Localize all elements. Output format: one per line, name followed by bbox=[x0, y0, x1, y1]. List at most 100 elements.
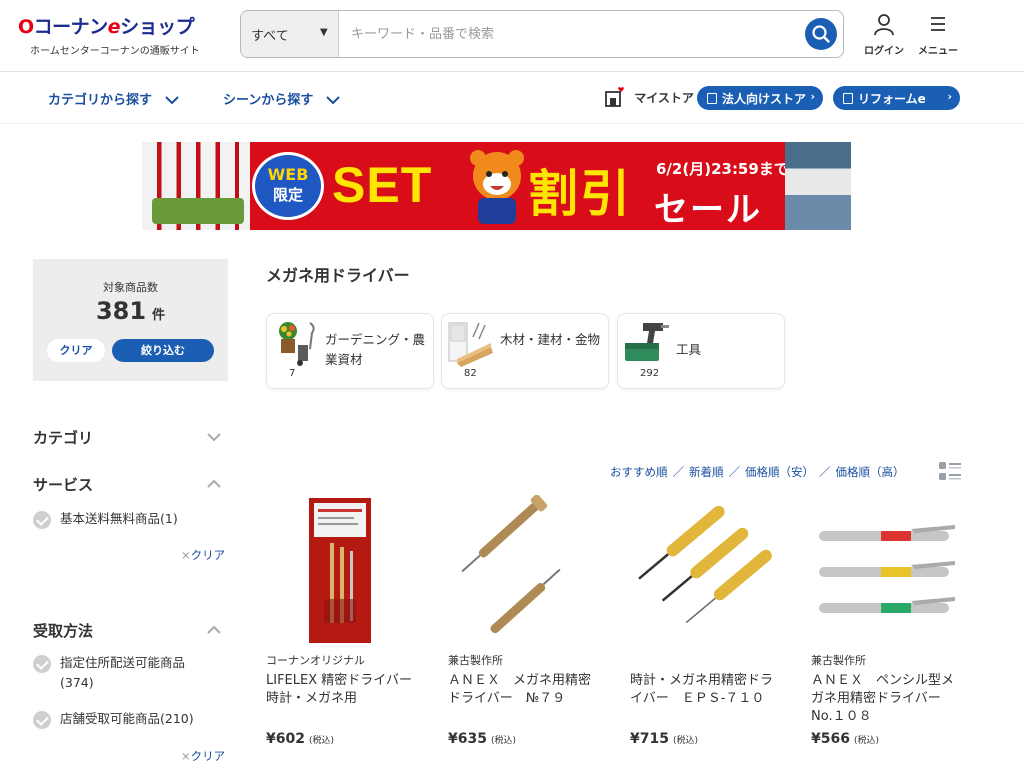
category-count: 7 bbox=[289, 368, 296, 379]
product-image bbox=[309, 498, 371, 643]
main-nav: カテゴリから探す シーンから探す マイストア 法人向けストア › リフォームe › bbox=[0, 72, 1024, 124]
corporate-store-button[interactable]: 法人向けストア › bbox=[697, 86, 823, 110]
product-name[interactable]: 時計・メガネ用精密ドライバー ＥＰＳ-７１０ bbox=[630, 672, 778, 708]
facet-title-category[interactable]: カテゴリ bbox=[33, 427, 93, 448]
mystore-label: マイストア bbox=[634, 90, 694, 105]
chevron-down-icon bbox=[164, 96, 179, 105]
banner-discount-text: 割引 bbox=[528, 165, 632, 223]
clear-filters-button[interactable]: クリア bbox=[47, 339, 105, 362]
product-name[interactable]: ＡＮＥＸ メガネ用精密ドライバー №７９ bbox=[448, 672, 596, 708]
product-name[interactable]: ＡＮＥＸ ペンシル型メガネ用精密ドライバー No.１０８ bbox=[811, 672, 959, 726]
product-maker: 兼古製作所 bbox=[811, 654, 866, 667]
menu-label: メニュー bbox=[918, 46, 958, 57]
tools-icon bbox=[625, 323, 669, 361]
nav-category-label: カテゴリから探す bbox=[48, 93, 153, 108]
search-bar: すべて ▼ bbox=[240, 10, 844, 58]
reform-button[interactable]: リフォームe › bbox=[833, 86, 960, 110]
product-price: ¥566 (税込) bbox=[811, 731, 879, 747]
result-count-unit: 件 bbox=[152, 308, 166, 323]
facet-option-label: 店舗受取可能商品(210) bbox=[60, 711, 194, 726]
banner-sale-text: セール bbox=[654, 190, 762, 230]
category-count: 292 bbox=[640, 368, 660, 379]
product-image bbox=[461, 495, 561, 634]
product-price: ¥602 (税込) bbox=[266, 731, 334, 747]
facet-clear-receive[interactable]: ×クリア bbox=[181, 748, 225, 764]
nav-scene-label: シーンから探す bbox=[223, 93, 314, 108]
category-card-gardening[interactable]: 7 ガーデニング・農業資材 bbox=[266, 313, 434, 389]
product-price: ¥715 (税込) bbox=[630, 731, 698, 747]
mystore-link[interactable]: マイストア bbox=[604, 86, 694, 108]
chevron-right-icon: › bbox=[947, 90, 952, 103]
result-count-box: 対象商品数 381 件 クリア 絞り込む bbox=[33, 259, 228, 381]
sort-options: おすすめ順／新着順／価格順（安）／価格順（高） bbox=[610, 465, 905, 479]
building-icon bbox=[843, 93, 853, 104]
category-name: 工具 bbox=[676, 342, 702, 357]
logo-wordmark: Oコーナンeショップ bbox=[18, 16, 195, 38]
facet-title-service[interactable]: サービス bbox=[33, 474, 93, 495]
facet-option-delivery[interactable]: 指定住所配送可能商品(374) bbox=[33, 653, 218, 693]
product-maker: コーナンオリジナル bbox=[266, 654, 365, 667]
promo-banner[interactable]: WEB 限定 SET 割引 6/2(月)23:59まで! セール bbox=[142, 142, 851, 230]
sort-price-desc[interactable]: 価格順（高） bbox=[836, 465, 905, 479]
checkbox[interactable] bbox=[33, 511, 51, 529]
facet-clear-service[interactable]: ×クリア bbox=[181, 547, 225, 563]
sort-recommended[interactable]: おすすめ順 bbox=[610, 465, 668, 479]
nav-category[interactable]: カテゴリから探す bbox=[48, 89, 179, 108]
search-category-label: すべて bbox=[251, 29, 289, 44]
web-limited-badge: WEB 限定 bbox=[252, 152, 324, 220]
reform-label: リフォームe bbox=[858, 92, 926, 106]
facet-option-label: 基本送料無料商品(1) bbox=[60, 511, 178, 526]
sort-newest[interactable]: 新着順 bbox=[689, 465, 724, 479]
chevron-right-icon: › bbox=[810, 90, 815, 103]
caret-down-icon: ▼ bbox=[320, 27, 328, 38]
nav-scene[interactable]: シーンから探す bbox=[223, 89, 340, 108]
product-maker: 兼古製作所 bbox=[448, 654, 503, 667]
product-image bbox=[819, 525, 955, 613]
chevron-down-icon[interactable] bbox=[207, 432, 221, 442]
building-icon bbox=[707, 93, 717, 104]
checkbox[interactable] bbox=[33, 711, 51, 729]
facet-title-receive[interactable]: 受取方法 bbox=[33, 620, 93, 641]
category-card-lumber[interactable]: 82 木材・建材・金物 bbox=[441, 313, 609, 389]
facet-option-label: 指定住所配送可能商品(374) bbox=[60, 655, 186, 690]
product-price: ¥635 (税込) bbox=[448, 731, 516, 747]
user-icon bbox=[874, 14, 894, 36]
category-name: 木材・建材・金物 bbox=[500, 332, 601, 347]
facet-option-free-shipping[interactable]: 基本送料無料商品(1) bbox=[33, 509, 223, 529]
mascot-image bbox=[470, 150, 524, 224]
search-category-select[interactable]: すべて ▼ bbox=[241, 11, 339, 57]
chevron-down-icon bbox=[326, 96, 340, 105]
corporate-store-label: 法人向けストア bbox=[722, 92, 807, 106]
banner-bags-image bbox=[152, 198, 244, 224]
chevron-up-icon[interactable] bbox=[207, 625, 221, 635]
site-logo[interactable]: Oコーナンeショップ ホームセンターコーナンの通販サイト bbox=[18, 12, 200, 57]
checkbox[interactable] bbox=[33, 655, 51, 673]
search-button[interactable] bbox=[805, 18, 837, 50]
banner-date: 6/2(月)23:59まで! bbox=[656, 160, 796, 178]
result-count: 381 件 bbox=[33, 297, 228, 325]
refine-button[interactable]: 絞り込む bbox=[112, 339, 214, 362]
site-header: Oコーナンeショップ ホームセンターコーナンの通販サイト すべて ▼ ログイン … bbox=[0, 0, 1024, 72]
result-count-number: 381 bbox=[95, 297, 147, 325]
login-button[interactable]: ログイン bbox=[856, 12, 912, 57]
lumber-icon bbox=[448, 322, 493, 367]
facet-option-store-pickup[interactable]: 店舗受取可能商品(210) bbox=[33, 709, 228, 729]
menu-button[interactable]: メニュー bbox=[910, 12, 966, 57]
logo-tagline: ホームセンターコーナンの通販サイト bbox=[30, 46, 200, 57]
page-title: メガネ用ドライバー bbox=[266, 266, 410, 285]
search-input[interactable] bbox=[341, 19, 781, 49]
category-card-tools[interactable]: 292 工具 bbox=[617, 313, 785, 389]
gardening-icon bbox=[279, 322, 315, 366]
login-label: ログイン bbox=[864, 46, 904, 57]
banner-set-text: SET bbox=[332, 157, 433, 213]
list-view-icon[interactable] bbox=[939, 461, 961, 481]
sort-price-asc[interactable]: 価格順（安） bbox=[745, 465, 814, 479]
product-name[interactable]: LIFELEX 精密ドライバー 時計・メガネ用 bbox=[266, 672, 425, 708]
store-heart-icon bbox=[605, 87, 624, 107]
category-name: ガーデニング・農業資材 bbox=[325, 332, 426, 367]
chevron-up-icon[interactable] bbox=[207, 479, 221, 489]
hamburger-icon bbox=[931, 17, 945, 31]
category-count: 82 bbox=[464, 368, 477, 379]
banner-goods-image bbox=[785, 142, 851, 230]
result-count-label: 対象商品数 bbox=[103, 281, 158, 294]
